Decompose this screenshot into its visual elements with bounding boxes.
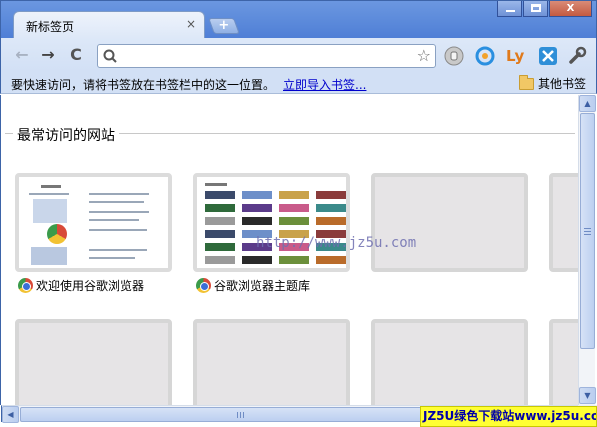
theme-swatch xyxy=(205,191,235,199)
other-bookmarks-button[interactable]: 其他书签 xyxy=(518,74,586,92)
theme-swatch xyxy=(242,217,272,225)
theme-swatch xyxy=(316,204,346,212)
chrome-icon xyxy=(196,278,211,293)
window-controls: X xyxy=(497,1,592,17)
tile-thumbnail-empty[interactable] xyxy=(15,319,172,405)
theme-swatch xyxy=(279,217,309,225)
theme-swatch xyxy=(242,204,272,212)
scroll-down-button[interactable]: ▼ xyxy=(579,387,596,404)
theme-swatch xyxy=(205,243,235,251)
theme-swatch xyxy=(279,256,309,264)
theme-swatch xyxy=(316,217,346,225)
theme-swatch xyxy=(242,256,272,264)
theme-swatch xyxy=(316,191,346,199)
bookmark-bar: 要快速访问，请将书签放在书签栏中的这一位置。 立即导入书签... 其他书签 xyxy=(0,72,597,94)
back-button[interactable]: ← xyxy=(13,46,31,64)
omnibox[interactable]: ☆ xyxy=(97,44,436,68)
plus-icon: + xyxy=(218,18,230,33)
mini-text xyxy=(89,219,139,221)
tile-thumbnail-2[interactable] xyxy=(193,173,350,272)
theme-swatch xyxy=(205,204,235,212)
tile-label-2[interactable]: 谷歌浏览器主题库 xyxy=(196,277,310,294)
most-visited-title: 最常访问的网站 xyxy=(13,125,119,145)
watermark-text: http://www.jz5u.com xyxy=(256,235,417,251)
forward-button[interactable]: → xyxy=(39,46,57,64)
theme-swatch xyxy=(205,230,235,238)
scroll-left-button[interactable]: ◀ xyxy=(2,406,19,423)
tile-thumbnail-empty[interactable] xyxy=(371,173,528,272)
grip-line xyxy=(584,228,591,229)
wrench-icon[interactable] xyxy=(568,46,588,66)
minimize-icon xyxy=(506,10,515,12)
grip-line xyxy=(584,231,591,232)
mini-logo xyxy=(205,183,227,186)
scroll-up-button[interactable]: ▲ xyxy=(579,95,596,112)
mini-logo xyxy=(41,185,61,188)
reload-button[interactable]: C xyxy=(67,46,85,64)
mini-text xyxy=(89,257,135,259)
import-bookmarks-link[interactable]: 立即导入书签... xyxy=(283,76,366,93)
tile-thumbnail-empty[interactable] xyxy=(549,173,578,272)
download-site-banner: JZ5U绿色下载站www.jz5u.com xyxy=(420,406,597,427)
mini-text xyxy=(89,229,147,231)
tile-thumbnail-empty[interactable] xyxy=(549,319,578,405)
tab-close-icon[interactable]: × xyxy=(184,17,198,31)
maximize-icon xyxy=(531,4,541,12)
ly-extension-icon[interactable]: Ly xyxy=(506,46,526,66)
star-icon[interactable]: ☆ xyxy=(417,47,431,65)
tab-title: 新标签页 xyxy=(26,20,75,34)
tile-thumbnail-empty[interactable] xyxy=(193,319,350,405)
theme-swatch xyxy=(205,217,235,225)
grip-line xyxy=(240,412,241,418)
mini-text xyxy=(29,193,69,195)
grip-line xyxy=(584,234,591,235)
chrome-icon xyxy=(18,278,33,293)
title-bar: 新标签页 × + X xyxy=(0,0,597,39)
theme-swatch xyxy=(205,256,235,264)
grip-line xyxy=(243,412,244,418)
theme-swatch xyxy=(316,256,346,264)
new-tab-content: 最常访问的网站 欢迎使用谷歌浏览器 谷歌浏览器主题库 http://www.jz… xyxy=(0,95,578,405)
theme-swatch xyxy=(279,191,309,199)
mini-text xyxy=(89,201,144,203)
other-bookmarks-label: 其他书签 xyxy=(537,77,586,91)
bookmark-hint: 要快速访问，请将书签放在书签栏中的这一位置。 xyxy=(11,78,276,92)
mini-text xyxy=(89,249,147,251)
search-icon xyxy=(103,49,117,63)
theme-swatch xyxy=(279,204,309,212)
close-button[interactable]: X xyxy=(549,1,592,17)
most-visited-header: 最常访问的网站 xyxy=(5,125,575,145)
vertical-scroll-thumb[interactable] xyxy=(580,113,595,349)
grip-line xyxy=(237,412,238,418)
mini-text xyxy=(89,211,149,213)
tile-title: 欢迎使用谷歌浏览器 xyxy=(36,279,145,293)
mini-screenshot xyxy=(31,247,67,265)
mini-screenshot xyxy=(33,199,67,223)
tile-thumbnail-1[interactable] xyxy=(15,173,172,272)
mini-text xyxy=(89,193,149,195)
mini-chrome-logo xyxy=(47,224,67,244)
extension-swirl-icon[interactable] xyxy=(475,46,495,66)
tab-new-tab[interactable]: 新标签页 × xyxy=(13,11,205,39)
adblock-hand-icon[interactable] xyxy=(444,46,464,66)
tile-title: 谷歌浏览器主题库 xyxy=(214,279,311,293)
toolbar: ← → C ☆ Ly xyxy=(0,38,597,72)
vertical-scrollbar[interactable]: ▲ ▼ xyxy=(578,95,596,405)
theme-swatch xyxy=(242,191,272,199)
maximize-button[interactable] xyxy=(523,1,548,17)
new-tab-button[interactable]: + xyxy=(208,18,240,34)
tile-thumbnail-empty[interactable] xyxy=(371,319,528,405)
horizontal-scroll-thumb[interactable] xyxy=(20,407,459,422)
tile-label-1[interactable]: 欢迎使用谷歌浏览器 xyxy=(18,277,144,294)
folder-icon xyxy=(518,74,534,90)
extension-x-icon[interactable] xyxy=(538,46,558,66)
close-icon: X xyxy=(566,3,575,14)
minimize-button[interactable] xyxy=(497,1,522,17)
